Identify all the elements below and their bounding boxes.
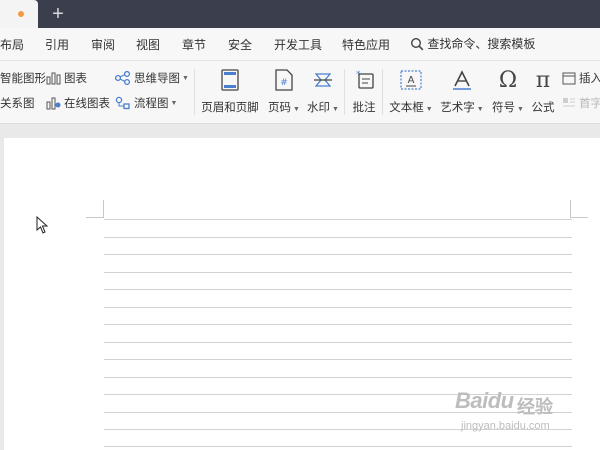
comment-icon: * — [356, 70, 374, 89]
bar-chart-icon — [46, 72, 61, 85]
new-tab-button[interactable]: + — [48, 2, 68, 26]
ruled-line — [104, 324, 572, 325]
menu-layout[interactable]: 布局 — [0, 36, 24, 53]
flowchart-label: 流程图 — [134, 98, 169, 110]
page-number-button[interactable]: # 页码 ▼ — [264, 67, 304, 115]
watermark-url: jingyan.baidu.com — [461, 420, 550, 432]
ribbon-separator — [382, 69, 383, 115]
header-footer-icon — [221, 69, 239, 91]
ruled-line — [104, 237, 572, 238]
text-box-label: 文本框 — [389, 102, 424, 114]
symbol-button[interactable]: Ω 符号 ▼ — [490, 67, 526, 115]
menu-review[interactable]: 审阅 — [91, 36, 115, 53]
insert-button[interactable]: 插入 — [562, 69, 600, 87]
ruled-line — [104, 342, 572, 343]
formula-button[interactable]: π 公式 — [529, 67, 557, 115]
ribbon-separator — [194, 69, 195, 115]
menu-bar: 布局 引用 审阅 视图 章节 安全 开发工具 特色应用 查找命令、搜索模板 — [0, 28, 600, 61]
mind-map-dropdown-icon: ▼ — [182, 74, 189, 82]
svg-text:A: A — [408, 75, 415, 86]
margin-mark-left-h — [86, 217, 104, 218]
page-number-icon: # — [275, 69, 293, 91]
menu-references[interactable]: 引用 — [45, 36, 69, 53]
header-footer-button[interactable]: 页眉和页脚 — [200, 67, 260, 115]
menu-section[interactable]: 章节 — [182, 36, 206, 53]
online-chart-button[interactable]: 在线图表 — [46, 94, 110, 112]
menu-security[interactable]: 安全 — [228, 36, 252, 53]
chart-label: 图表 — [64, 73, 87, 85]
online-chart-icon — [46, 97, 61, 110]
symbol-label: 符号 — [492, 102, 516, 114]
mind-map-button[interactable]: 思维导图 ▼ — [115, 69, 189, 87]
chart-button[interactable]: 图表 — [46, 69, 87, 87]
watermark-icon — [314, 73, 332, 87]
ruled-line — [104, 272, 572, 273]
ribbon-separator — [344, 69, 345, 115]
watermark-experience: 经验 — [517, 397, 553, 417]
watermark-dropdown-icon: ▼ — [332, 106, 339, 113]
menu-featured-apps[interactable]: 特色应用 — [342, 36, 390, 53]
ruled-line — [104, 289, 572, 290]
insert-date-icon — [562, 72, 576, 85]
search-icon — [410, 37, 424, 50]
ruled-line — [104, 446, 572, 447]
pi-icon: π — [535, 67, 551, 93]
relation-graph-label: 关系图 — [0, 98, 35, 110]
watermark-brand: Baidu — [455, 388, 514, 413]
watermark-button[interactable]: 水印 ▼ — [303, 67, 343, 115]
text-box-icon: A — [400, 70, 422, 90]
svg-text:#: # — [280, 78, 288, 88]
mind-map-icon — [115, 71, 131, 85]
flowchart-button[interactable]: 流程图 ▼ — [115, 94, 177, 112]
baidu-jingyan-watermark: Baidu 经验 jingyan.baidu.com — [455, 388, 595, 440]
margin-mark-left — [103, 200, 104, 217]
art-text-icon — [453, 70, 471, 90]
margin-mark-right-h — [570, 217, 588, 218]
page-number-dropdown-icon: ▼ — [293, 106, 300, 113]
ruled-line — [104, 377, 572, 378]
art-text-label: 艺术字 — [440, 102, 475, 114]
insert-label: 插入 — [579, 73, 600, 85]
online-chart-label: 在线图表 — [64, 98, 110, 110]
ruled-line — [104, 359, 572, 360]
symbol-dropdown-icon: ▼ — [517, 106, 524, 113]
header-footer-label: 页眉和页脚 — [201, 102, 259, 114]
unsaved-dot-icon — [18, 11, 24, 17]
mouse-cursor-icon — [36, 216, 48, 234]
art-text-button[interactable]: 艺术字 ▼ — [439, 67, 485, 115]
document-tab[interactable] — [0, 0, 38, 28]
comment-button[interactable]: * 批注 — [348, 67, 380, 115]
mind-map-label: 思维导图 — [134, 73, 180, 85]
drop-cap-icon — [563, 98, 575, 107]
art-text-dropdown-icon: ▼ — [476, 106, 484, 113]
command-search-label: 查找命令、搜索模板 — [427, 37, 536, 51]
margin-mark-right — [570, 200, 571, 217]
smart-graphic-button[interactable]: 智能图形 — [0, 69, 46, 87]
comment-label: 批注 — [352, 102, 376, 114]
flowchart-dropdown-icon: ▼ — [170, 99, 178, 107]
command-search[interactable]: 查找命令、搜索模板 — [410, 35, 535, 52]
ruled-line — [104, 254, 572, 255]
ruled-line — [104, 307, 572, 308]
watermark-label: 水印 — [307, 102, 331, 114]
title-bar: + — [0, 0, 600, 28]
text-box-button[interactable]: A 文本框 ▼ — [387, 67, 435, 115]
menu-view[interactable]: 视图 — [136, 36, 160, 53]
omega-icon: Ω — [498, 67, 518, 93]
flowchart-icon — [115, 96, 130, 110]
text-box-dropdown-icon: ▼ — [425, 106, 433, 113]
drop-cap-button[interactable]: 首字 — [562, 94, 600, 112]
formula-label: 公式 — [531, 102, 555, 114]
drop-cap-label: 首字 — [579, 98, 600, 110]
menu-developer-tools[interactable]: 开发工具 — [274, 36, 322, 53]
ribbon-toolbar: 智能图形 关系图 图表 在线图表 思维导图 ▼ 流程图 ▼ 页眉和页脚 # 页码… — [0, 61, 600, 124]
smart-graphic-label: 智能图形 — [0, 73, 46, 85]
page-number-label: 页码 — [268, 102, 292, 114]
relation-graph-button[interactable]: 关系图 — [0, 94, 35, 112]
ruled-line — [104, 219, 572, 220]
